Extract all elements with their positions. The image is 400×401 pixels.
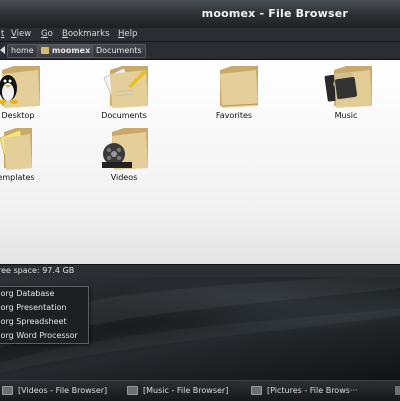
file-item-templates[interactable]: emplates xyxy=(0,124,52,184)
file-view[interactable]: Desktop Documents Favorites Music emplat… xyxy=(0,60,400,264)
tux-folder-icon xyxy=(0,66,40,108)
file-item-music[interactable]: Music xyxy=(310,62,382,122)
window-icon xyxy=(251,386,262,395)
path-home-button[interactable]: home xyxy=(7,44,38,58)
application-popup-menu: .org Database .org Presentation .org Spr… xyxy=(0,286,89,344)
task-videos-browser[interactable]: [Videos - File Browser] xyxy=(2,384,107,398)
videos-folder-icon xyxy=(102,128,148,170)
menu-item-presentation[interactable]: .org Presentation xyxy=(0,301,66,315)
task-pictures-label: [Pictures - File Brows··· xyxy=(267,386,358,395)
task-videos-label: [Videos - File Browser] xyxy=(18,386,108,395)
documents-folder-icon xyxy=(103,66,148,108)
menu-item-word-processor[interactable]: .org Word Processor xyxy=(0,329,78,343)
file-item-desktop[interactable]: Desktop xyxy=(0,62,54,122)
task-music-label: [Music - File Browser] xyxy=(143,386,229,395)
menu-edit[interactable]: t xyxy=(1,29,4,39)
file-label-music: Music xyxy=(334,111,358,120)
title-bar[interactable]: moomex - File Browser xyxy=(0,0,400,29)
menu-view[interactable]: View xyxy=(11,29,31,39)
music-folder-icon xyxy=(324,66,372,108)
taskbar: [Videos - File Browser] [Music - File Br… xyxy=(0,380,400,401)
task-music-browser[interactable]: [Music - File Browser] xyxy=(127,384,228,398)
file-label-desktop: Desktop xyxy=(1,111,35,120)
file-label-templates: emplates xyxy=(0,173,35,182)
task-pictures-browser[interactable]: [Pictures - File Brows··· xyxy=(251,384,358,398)
file-label-favorites: Favorites xyxy=(215,111,253,120)
menu-bookmarks[interactable]: Bookmarks xyxy=(62,29,110,39)
free-space-status: ree space: 97.4 GB xyxy=(0,266,75,275)
file-label-videos: Videos xyxy=(110,173,138,182)
templates-folder-icon xyxy=(0,128,32,170)
menu-item-database[interactable]: .org Database xyxy=(0,287,54,301)
file-item-favorites[interactable]: Favorites xyxy=(198,62,270,122)
path-back-icon[interactable] xyxy=(0,46,5,54)
menu-go[interactable]: Go xyxy=(41,29,53,39)
file-item-documents[interactable]: Documents xyxy=(88,62,160,122)
path-moomex-label: moomex xyxy=(52,46,91,55)
menu-item-spreadsheet[interactable]: .org Spreadsheet xyxy=(0,315,67,329)
menu-help[interactable]: Help xyxy=(118,29,137,39)
home-folder-icon xyxy=(41,47,49,54)
window-title: moomex - File Browser xyxy=(201,7,348,20)
file-label-documents: Documents xyxy=(101,111,147,120)
folder-icon xyxy=(220,66,259,108)
path-moomex-button[interactable]: moomex xyxy=(37,44,95,58)
taskbar-edge-icon xyxy=(395,386,400,395)
path-bar: home moomex Documents xyxy=(0,42,400,60)
window-icon xyxy=(2,386,13,395)
file-browser-window: moomex - File Browser t View Go Bookmark… xyxy=(0,0,400,277)
path-documents-button[interactable]: Documents xyxy=(92,44,146,58)
window-icon xyxy=(127,386,138,395)
menu-bar: t View Go Bookmarks Help xyxy=(0,28,400,42)
file-item-videos[interactable]: Videos xyxy=(88,124,160,184)
status-bar: ree space: 97.4 GB xyxy=(0,264,400,277)
